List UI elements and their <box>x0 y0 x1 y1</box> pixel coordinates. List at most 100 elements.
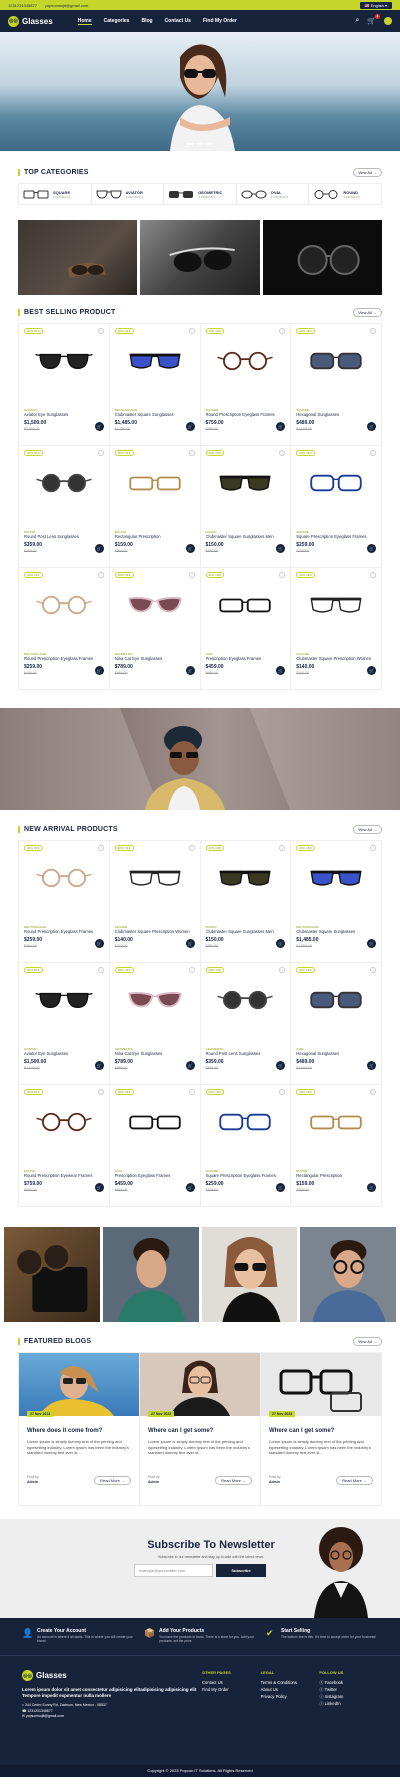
product-name[interactable]: Round Prescription Eyewear Frames <box>24 1173 104 1178</box>
product-image[interactable] <box>304 594 368 616</box>
product-name[interactable]: Prescription Eyeglass Frames <box>206 656 286 661</box>
add-to-cart-icon[interactable]: 🛒 <box>276 544 286 553</box>
promo-image[interactable] <box>262 220 382 295</box>
product-image[interactable] <box>304 1111 368 1133</box>
product-card[interactable]: 20% OFF ♡ OVAL Prescription Eyeglass Fra… <box>200 568 292 690</box>
blog-title[interactable]: Where can I get some? <box>269 1428 334 1434</box>
wishlist-heart-icon[interactable]: ♡ <box>97 450 104 456</box>
product-card[interactable]: 20% OFF ♡ GEOMETRIC Nina Cat Eye Sunglas… <box>109 963 201 1085</box>
category-geometric[interactable]: GEOMETRIC 3 PRODUCT <box>164 184 237 204</box>
add-to-cart-icon[interactable]: 🛒 <box>367 544 376 553</box>
hero-dot[interactable] <box>186 143 194 145</box>
wishlist-heart-icon[interactable]: ♡ <box>188 450 195 456</box>
category-oval[interactable]: OVAL 4 PRODUCT <box>237 184 310 204</box>
wishlist-heart-icon[interactable]: ♡ <box>279 1089 286 1095</box>
wishlist-heart-icon[interactable]: ♡ <box>97 967 104 973</box>
read-more-button[interactable]: Read More → <box>215 1476 252 1485</box>
add-to-cart-icon[interactable]: 🛒 <box>367 939 376 948</box>
nav-item-categories[interactable]: Categories <box>104 18 130 25</box>
wishlist-heart-icon[interactable]: ♡ <box>370 572 376 578</box>
hero-banner[interactable] <box>0 32 400 151</box>
product-image[interactable] <box>32 472 96 494</box>
brand-logo[interactable]: ◎◎ Glasses <box>8 15 53 27</box>
product-name[interactable]: Clubmaster Square Sunglasses <box>296 929 376 934</box>
product-card[interactable]: 20% OFF ♡ SQUARE Round Prescription Eyeg… <box>200 324 292 446</box>
product-card[interactable]: 20% OFF ♡ RECTANGULAR Clubmaster Square … <box>109 324 201 446</box>
language-selector[interactable]: 🇺🇸 English ▾ <box>359 1 392 9</box>
add-to-cart-icon[interactable]: 🛒 <box>276 1061 286 1070</box>
product-image[interactable] <box>213 989 277 1011</box>
product-image[interactable] <box>32 867 96 889</box>
read-more-button[interactable]: Read More → <box>336 1476 373 1485</box>
product-image[interactable] <box>304 867 368 889</box>
product-name[interactable]: Round Prescription Eyeglass Frames <box>206 412 286 417</box>
product-image[interactable] <box>32 989 96 1011</box>
product-image[interactable] <box>32 1111 96 1133</box>
topbar-email[interactable]: yopsomsujit@gmail.com <box>45 3 88 8</box>
product-card[interactable]: 20% OFF ♡ ROUND Clubmaster Square Sungla… <box>200 841 292 963</box>
wishlist-heart-icon[interactable]: ♡ <box>370 450 376 456</box>
category-square[interactable]: SQUARE 5 PRODUCT <box>19 184 92 204</box>
footer-link[interactable]: Find My Order <box>202 1686 261 1693</box>
product-card[interactable]: 20% OFF ♡ GEOMETRIC Nina Cat Eye Sunglas… <box>109 568 201 690</box>
product-card[interactable]: 20% OFF ♡ GEOMETRIC Round Post Lens Sung… <box>200 963 292 1085</box>
product-image[interactable] <box>213 350 277 372</box>
promo-image[interactable] <box>18 220 138 295</box>
product-image[interactable] <box>213 1111 277 1133</box>
wishlist-heart-icon[interactable]: ♡ <box>188 328 195 334</box>
nav-item-home[interactable]: Home <box>77 18 92 25</box>
product-image[interactable] <box>304 989 368 1011</box>
add-to-cart-icon[interactable]: 🛒 <box>94 939 104 948</box>
wishlist-heart-icon[interactable]: ♡ <box>279 450 286 456</box>
view-all-button[interactable]: View All → <box>352 824 382 834</box>
view-all-button[interactable]: View All → <box>352 167 382 177</box>
promo-image[interactable] <box>140 220 260 295</box>
product-card[interactable]: 20% OFF ♡ SQUARE Clubmaster Square Presc… <box>109 841 201 963</box>
search-icon[interactable]: ⌕ <box>355 17 359 25</box>
footer-link[interactable]: Privacy Policy <box>261 1693 320 1700</box>
wishlist-heart-icon[interactable]: ♡ <box>188 1089 195 1095</box>
product-card[interactable]: 20% OFF ♡ SQUARE Hexagonal Sunglasses $4… <box>291 324 382 446</box>
add-to-cart-icon[interactable]: 🛒 <box>276 1183 286 1192</box>
subscribe-button[interactable]: Subscribe <box>216 1564 266 1577</box>
product-name[interactable]: Clubmaster Square Sunglasses <box>115 412 195 417</box>
footer-link[interactable]: Terms & Conditions <box>261 1679 320 1686</box>
topbar-phone[interactable]: 1231231345877 <box>8 3 37 8</box>
footer-logo[interactable]: ◎◎ Glasses <box>22 1670 202 1681</box>
wishlist-heart-icon[interactable]: ♡ <box>188 845 195 851</box>
product-card[interactable]: 20% OFF ♡ SQUARE Square Prescription Eye… <box>200 1085 292 1207</box>
wishlist-heart-icon[interactable]: ♡ <box>188 967 195 973</box>
category-round[interactable]: ROUND 3 PRODUCT <box>309 184 381 204</box>
product-card[interactable]: 20% OFF ♡ ROUND Round Post Lens Sunglass… <box>19 446 110 568</box>
product-image[interactable] <box>123 472 187 494</box>
linkedin-link[interactable]: ⓛ LinkedIn <box>319 1700 378 1707</box>
product-name[interactable]: Nina Cat Eye Sunglasses <box>115 1051 195 1056</box>
facebook-link[interactable]: ⓕ Facebook <box>319 1679 378 1686</box>
nav-item-find-order[interactable]: Find My Order <box>203 18 237 25</box>
instagram-link[interactable]: ⓘ Instagram <box>319 1693 378 1700</box>
product-name[interactable]: Rectangular Prescription <box>296 1173 376 1178</box>
product-image[interactable] <box>213 594 277 616</box>
product-card[interactable]: 20% OFF ♡ AVIATOR Aviator Eye Sunglasses… <box>19 963 110 1085</box>
product-name[interactable]: Prescription Eyeglass Frames <box>115 1173 195 1178</box>
blog-title[interactable]: Where can I get some? <box>148 1428 213 1434</box>
wishlist-heart-icon[interactable]: ♡ <box>370 845 376 851</box>
wishlist-heart-icon[interactable]: ♡ <box>97 572 104 578</box>
add-to-cart-icon[interactable]: 🛒 <box>367 1061 376 1070</box>
wishlist-heart-icon[interactable]: ♡ <box>97 328 104 334</box>
newsletter-email-input[interactable]: example@yourmailer.com <box>134 1564 213 1577</box>
product-name[interactable]: Aviator Eye Sunglasses <box>24 412 104 417</box>
add-to-cart-icon[interactable]: 🛒 <box>94 1183 104 1192</box>
wishlist-heart-icon[interactable]: ♡ <box>370 328 376 334</box>
product-card[interactable]: 20% OFF ♡ AVIATOR Aviator Eye Sunglasses… <box>19 324 110 446</box>
product-name[interactable]: Rectangular Prescription <box>115 534 195 539</box>
wishlist-heart-icon[interactable]: ♡ <box>279 845 286 851</box>
view-all-button[interactable]: View All → <box>352 1336 382 1346</box>
wishlist-heart-icon[interactable]: ♡ <box>279 967 286 973</box>
product-name[interactable]: Round Post Lens Sunglasses <box>24 534 104 539</box>
hero-dot[interactable] <box>206 143 214 145</box>
add-to-cart-icon[interactable]: 🛒 <box>185 544 195 553</box>
wishlist-heart-icon[interactable]: ♡ <box>97 845 104 851</box>
gallery-image[interactable] <box>300 1227 396 1322</box>
hero-dot[interactable] <box>196 143 204 145</box>
